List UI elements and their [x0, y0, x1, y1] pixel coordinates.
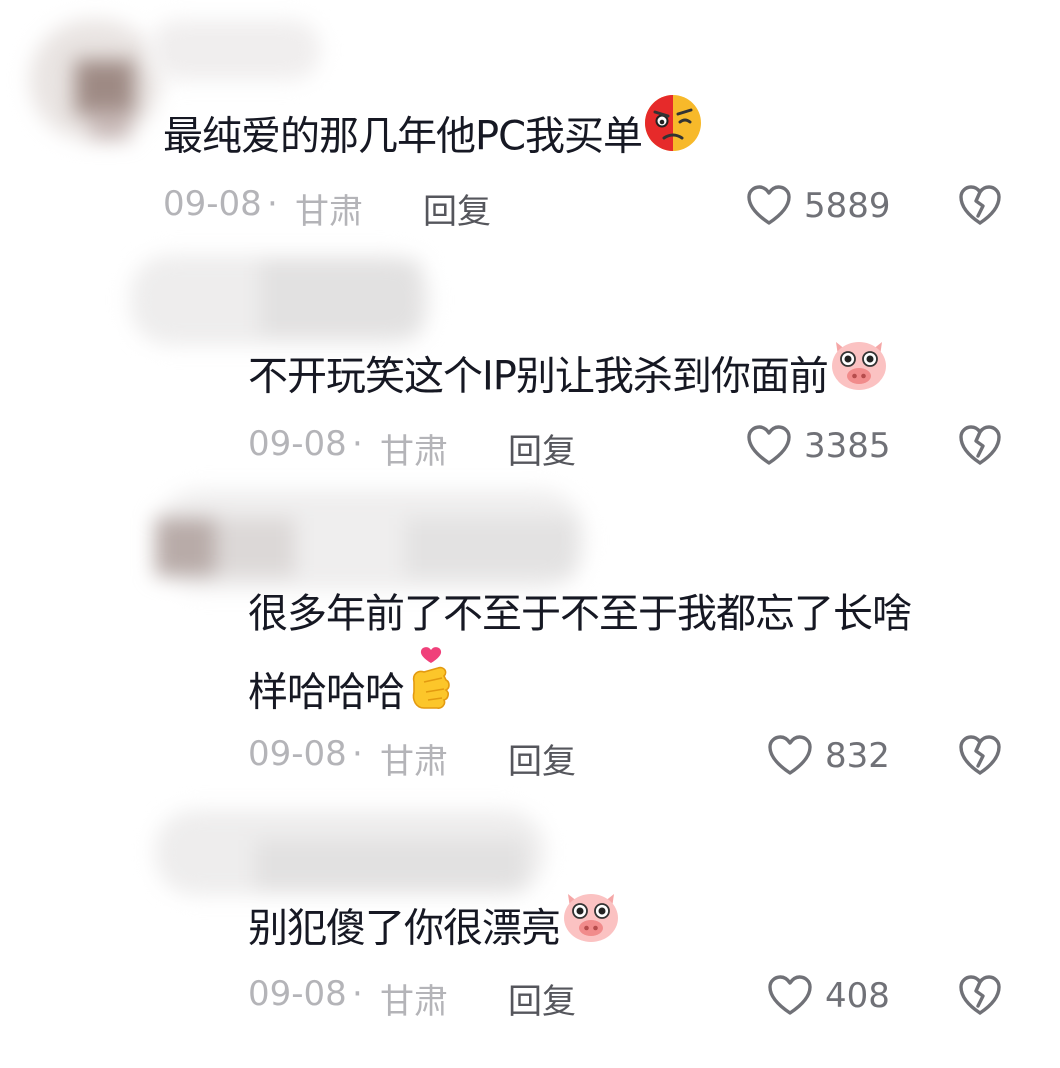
like-button[interactable]: 408: [767, 974, 907, 1024]
comment-text: 别犯傻了你很漂亮: [248, 888, 622, 973]
heart-outline-icon: [747, 185, 791, 225]
separator-dot: ·: [352, 424, 363, 464]
reply-button[interactable]: 回复: [508, 734, 576, 783]
broken-heart-icon[interactable]: [958, 974, 1002, 1016]
pig-face-emoji: [828, 332, 890, 417]
heart-outline-icon: [768, 735, 812, 775]
comment-date: 09-08: [248, 424, 347, 464]
comment-meta: 09-08 · 甘肃 回复: [163, 182, 563, 232]
broken-heart-icon[interactable]: [958, 734, 1002, 776]
comment-date: 09-08: [248, 974, 347, 1014]
comment-text: 最纯爱的那几年他PC我买单: [163, 95, 704, 181]
comment-location: 甘肃: [380, 432, 448, 472]
reply-button[interactable]: 回复: [423, 184, 491, 233]
like-count: 832: [825, 736, 890, 776]
comment-date: 09-08: [163, 184, 262, 224]
heart-outline-icon: [768, 975, 812, 1015]
comment-text: 不开玩笑这个IP别让我杀到你面前: [248, 336, 890, 421]
like-button[interactable]: 3385: [746, 424, 906, 474]
pig-face-emoji: [560, 884, 622, 969]
comment-meta: 09-08 · 甘肃 回复: [248, 972, 648, 1022]
blurred-username: [150, 15, 330, 85]
reply-button[interactable]: 回复: [508, 424, 576, 473]
like-button[interactable]: 5889: [746, 184, 906, 234]
comment-meta: 09-08 · 甘肃 回复: [248, 732, 648, 782]
like-count: 3385: [804, 426, 891, 466]
like-count: 408: [825, 976, 890, 1016]
heart-outline-icon: [747, 425, 791, 465]
finger-heart-emoji: [404, 646, 458, 735]
separator-dot: ·: [352, 734, 363, 774]
comment-location: 甘肃: [380, 742, 448, 782]
comment-meta: 09-08 · 甘肃 回复: [248, 422, 648, 472]
broken-heart-icon[interactable]: [958, 424, 1002, 466]
separator-dot: ·: [267, 184, 278, 224]
angry-face-emoji: [642, 92, 704, 177]
like-button[interactable]: 832: [767, 734, 907, 784]
broken-heart-icon[interactable]: [958, 184, 1002, 226]
comment-text-line2: 样哈哈哈: [248, 647, 458, 739]
comment-text-line1: 很多年前了不至于不至于我都忘了长啥: [248, 591, 912, 637]
like-count: 5889: [804, 186, 891, 226]
comment-date: 09-08: [248, 734, 347, 774]
blurred-avatar[interactable]: [30, 20, 160, 140]
reply-button[interactable]: 回复: [508, 974, 576, 1023]
comment-location: 甘肃: [380, 982, 448, 1022]
comment-location: 甘肃: [295, 192, 363, 232]
separator-dot: ·: [352, 974, 363, 1014]
